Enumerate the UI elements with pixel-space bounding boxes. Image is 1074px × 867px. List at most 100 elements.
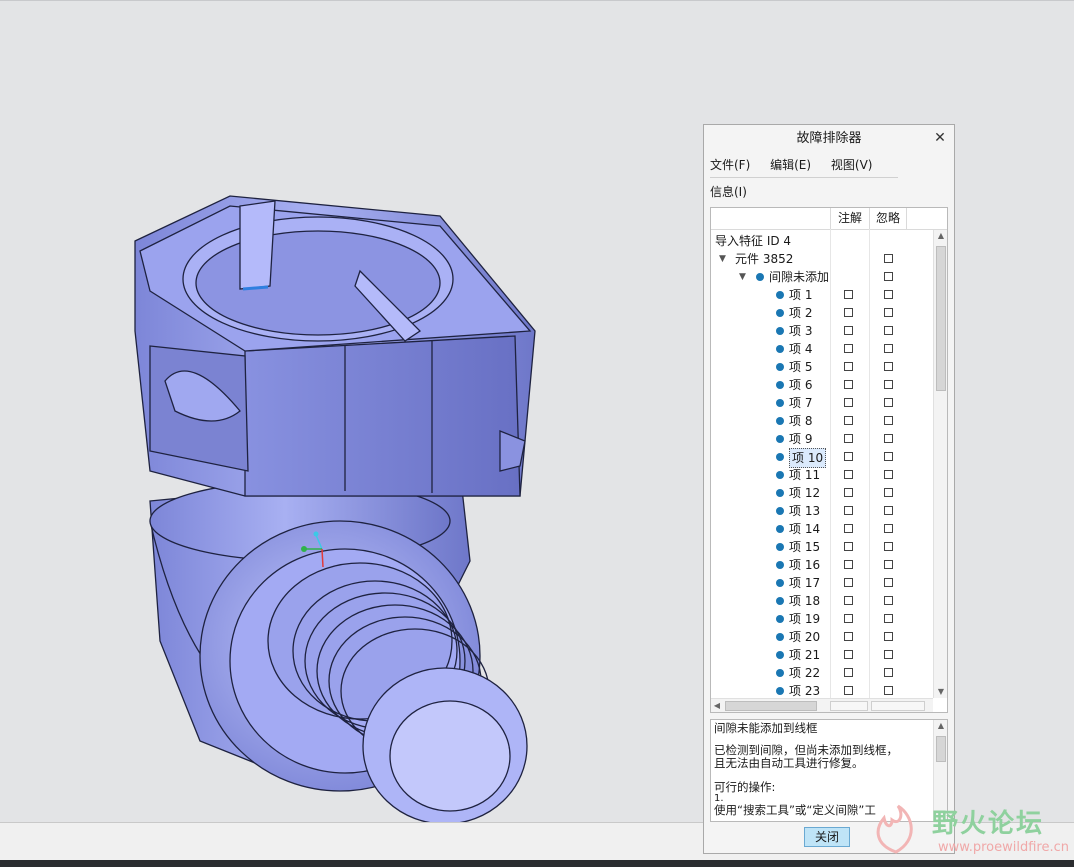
annotate-checkbox[interactable] [844,416,853,425]
annotate-checkbox[interactable] [844,380,853,389]
ignore-checkbox[interactable] [884,434,893,443]
tree-row-item[interactable]: 项 22 [711,664,933,682]
tree-row-item[interactable]: 项 15 [711,538,933,556]
annotate-checkbox[interactable] [844,308,853,317]
ignore-checkbox[interactable] [884,560,893,569]
tree-row-component[interactable]: ▼ 元件 3852 [711,250,933,268]
tree-row-item[interactable]: 项 12 [711,484,933,502]
ignore-checkbox[interactable] [884,596,893,605]
ignore-checkbox[interactable] [884,254,893,263]
annotate-checkbox[interactable] [844,524,853,533]
column-ignore[interactable]: 忽略 [869,208,906,229]
annotate-checkbox[interactable] [844,398,853,407]
ignore-checkbox[interactable] [884,632,893,641]
annotate-checkbox[interactable] [844,614,853,623]
tree-row-item[interactable]: 项 5 [711,358,933,376]
ignore-checkbox[interactable] [884,290,893,299]
ignore-checkbox[interactable] [884,344,893,353]
ignore-checkbox[interactable] [884,578,893,587]
tree-row-item[interactable]: 项 14 [711,520,933,538]
tree-row-item[interactable]: 项 20 [711,628,933,646]
tree-row-item[interactable]: 项 9 [711,430,933,448]
ignore-checkbox[interactable] [884,506,893,515]
expand-arrow-icon[interactable]: ▼ [739,268,746,286]
annotate-checkbox[interactable] [844,470,853,479]
tree-row-item[interactable]: 项 13 [711,502,933,520]
annotate-checkbox[interactable] [844,362,853,371]
tree-hscrollbar[interactable]: ◀ [711,698,933,712]
menu-view[interactable]: 视图(V) [831,155,873,175]
ignore-checkbox[interactable] [884,668,893,677]
tree-row-item[interactable]: 项 1 [711,286,933,304]
ignore-checkbox[interactable] [884,452,893,461]
tree-row-item[interactable]: 项 6 [711,376,933,394]
menu-edit[interactable]: 编辑(E) [770,155,811,175]
scroll-down-icon[interactable]: ▼ [934,686,947,698]
ignore-checkbox[interactable] [884,470,893,479]
tree-vscrollbar[interactable]: ▲ ▼ [933,230,947,698]
ignore-checkbox[interactable] [884,650,893,659]
annotate-checkbox[interactable] [844,434,853,443]
tree-row-item[interactable]: 项 8 [711,412,933,430]
annotate-checkbox[interactable] [844,488,853,497]
annotate-checkbox[interactable] [844,632,853,641]
scroll-up-icon[interactable]: ▲ [934,720,947,732]
scroll-thumb[interactable] [725,701,817,711]
annotate-checkbox[interactable] [844,542,853,551]
menu-info[interactable]: 信息(I) [710,182,747,202]
close-icon[interactable]: ✕ [932,130,948,146]
ignore-checkbox[interactable] [884,380,893,389]
tree-row-item[interactable]: 项 7 [711,394,933,412]
tree-row-item[interactable]: 项 4 [711,340,933,358]
scroll-thumb[interactable] [936,246,946,391]
tree-row-group[interactable]: ▼ 间隙未添加 [711,268,933,286]
tree-row-item[interactable]: 项 11 [711,466,933,484]
status-dot-icon [776,579,784,587]
ignore-checkbox[interactable] [884,416,893,425]
tree-row-item[interactable]: 项 3 [711,322,933,340]
tree-row-item[interactable]: 项 19 [711,610,933,628]
annotate-checkbox[interactable] [844,326,853,335]
tree-row-item[interactable]: 项 18 [711,592,933,610]
expand-arrow-icon[interactable]: ▼ [719,250,726,268]
column-annotate[interactable]: 注解 [830,208,869,229]
scroll-left-icon[interactable]: ◀ [711,700,723,712]
ignore-checkbox[interactable] [884,488,893,497]
annotate-checkbox[interactable] [844,650,853,659]
scroll-thumb[interactable] [936,736,946,762]
issue-tree[interactable]: 注解 忽略 导入特征 ID 4 ▼ 元件 3852 ▼ 间隙未添加 项 1 项 2… [710,207,948,713]
annotate-checkbox[interactable] [844,452,853,461]
tree-row-item[interactable]: 项 16 [711,556,933,574]
scroll-up-icon[interactable]: ▲ [934,230,947,242]
ignore-checkbox[interactable] [884,614,893,623]
tree-row-item[interactable]: 项 2 [711,304,933,322]
status-dot-icon [776,381,784,389]
ignore-checkbox[interactable] [884,272,893,281]
cad-model[interactable] [0,1,700,823]
ignore-checkbox[interactable] [884,326,893,335]
tree-label-item: 项 4 [789,342,813,356]
ignore-checkbox[interactable] [884,524,893,533]
ignore-checkbox[interactable] [884,542,893,551]
ignore-checkbox[interactable] [884,362,893,371]
status-dot-icon [776,327,784,335]
annotate-checkbox[interactable] [844,290,853,299]
tree-row-item[interactable]: 项 21 [711,646,933,664]
annotate-checkbox[interactable] [844,560,853,569]
forum-watermark: 野火论坛 www.proewildfire.cn [866,800,1074,860]
status-dot-icon [776,525,784,533]
annotate-checkbox[interactable] [844,578,853,587]
annotate-checkbox[interactable] [844,686,853,695]
tree-row-item[interactable]: 项 17 [711,574,933,592]
annotate-checkbox[interactable] [844,344,853,353]
annotate-checkbox[interactable] [844,668,853,677]
annotate-checkbox[interactable] [844,596,853,605]
menu-file[interactable]: 文件(F) [710,155,750,175]
ignore-checkbox[interactable] [884,686,893,695]
close-button[interactable]: 关闭 [804,827,850,847]
ignore-checkbox[interactable] [884,398,893,407]
tree-row-item[interactable]: 项 10 [711,448,933,468]
annotate-checkbox[interactable] [844,506,853,515]
tree-row-root[interactable]: 导入特征 ID 4 [711,232,933,250]
ignore-checkbox[interactable] [884,308,893,317]
